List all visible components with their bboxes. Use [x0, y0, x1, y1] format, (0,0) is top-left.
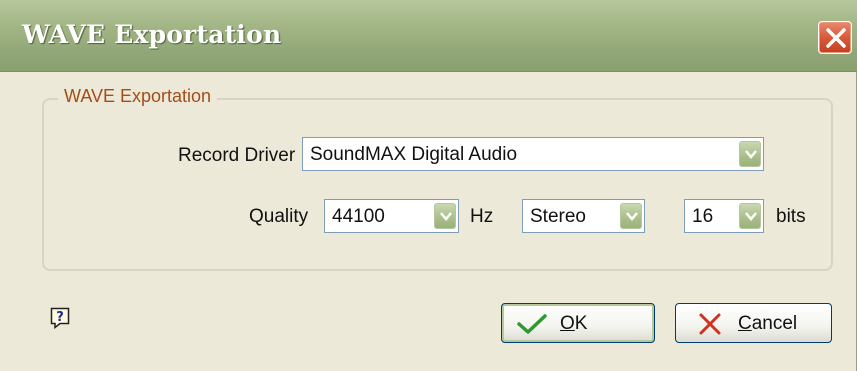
- channels-select[interactable]: Stereo: [522, 199, 645, 233]
- bit-depth-select[interactable]: 16: [684, 199, 764, 233]
- checkmark-icon: [517, 314, 547, 334]
- ok-mnemonic: O: [560, 313, 575, 334]
- group-legend: WAVE Exportation: [58, 86, 218, 107]
- window-title: WAVE Exportation: [22, 20, 282, 49]
- record-driver-dropdown-button[interactable]: [739, 141, 761, 167]
- help-icon: ?: [50, 307, 70, 330]
- help-button[interactable]: ?: [50, 307, 70, 330]
- sample-rate-dropdown-button[interactable]: [434, 203, 456, 229]
- cancel-mnemonic: C: [738, 313, 752, 334]
- chevron-down-icon: [626, 212, 638, 221]
- title-bar[interactable]: WAVE Exportation: [0, 0, 857, 72]
- cancel-button-label: Cancel: [738, 313, 797, 335]
- chevron-down-icon: [440, 212, 452, 221]
- sample-rate-select[interactable]: 44100: [324, 199, 459, 233]
- channels-value: Stereo: [530, 206, 586, 227]
- sample-rate-unit: Hz: [470, 206, 494, 227]
- dialog-window: WAVE Exportation WAVE Exportation Record…: [0, 0, 857, 371]
- quality-label: Quality: [249, 206, 309, 227]
- cancel-rest: ancel: [751, 313, 798, 334]
- close-icon: [826, 28, 846, 48]
- bit-depth-dropdown-button[interactable]: [739, 203, 761, 229]
- sample-rate-value: 44100: [332, 206, 385, 227]
- bit-depth-unit: bits: [776, 206, 806, 227]
- record-driver-select[interactable]: SoundMAX Digital Audio: [302, 137, 764, 171]
- ok-button[interactable]: OK: [501, 303, 655, 343]
- channels-dropdown-button[interactable]: [620, 203, 642, 229]
- ok-button-label: OK: [560, 313, 587, 335]
- close-button[interactable]: [818, 21, 852, 54]
- record-driver-label: Record Driver: [178, 145, 296, 166]
- cancel-button[interactable]: Cancel: [675, 303, 832, 343]
- chevron-down-icon: [745, 150, 757, 159]
- bit-depth-value: 16: [692, 206, 714, 227]
- record-driver-value: SoundMAX Digital Audio: [310, 144, 518, 165]
- x-icon: [699, 313, 721, 335]
- chevron-down-icon: [745, 212, 757, 221]
- wave-exportation-group: [42, 98, 833, 271]
- svg-text:?: ?: [56, 310, 64, 325]
- ok-rest: K: [574, 313, 588, 334]
